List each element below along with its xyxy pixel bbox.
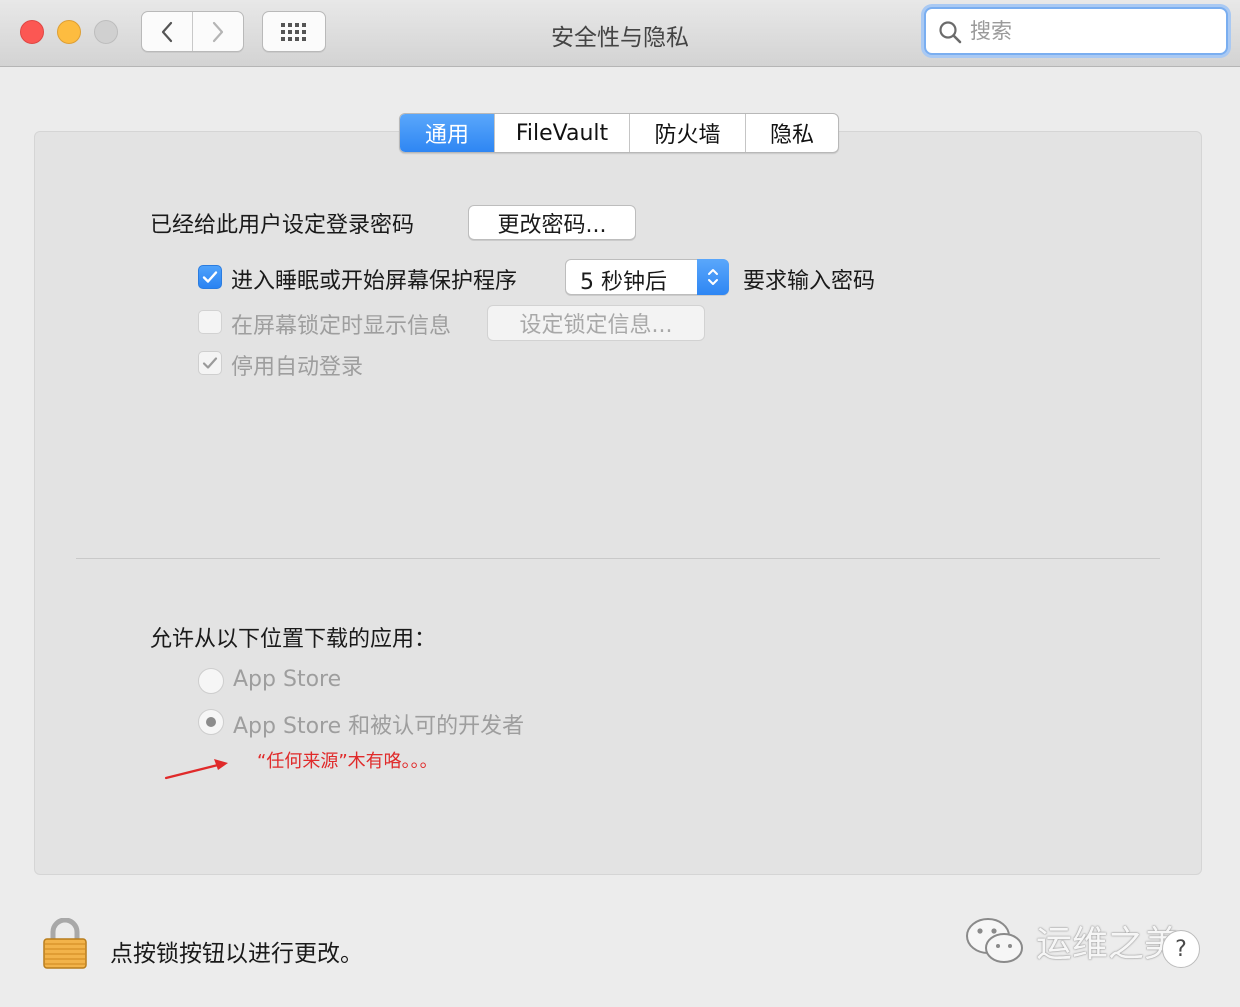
watermark-text: 运维之美 <box>1036 924 1181 965</box>
lock-status-label: 点按锁按钮以进行更改。 <box>110 941 363 967</box>
lock-icon[interactable] <box>42 918 88 970</box>
password-delay-value: 5 秒钟后 <box>580 270 667 295</box>
radio-app-store[interactable] <box>198 668 224 694</box>
change-password-button[interactable]: 更改密码... <box>468 205 636 240</box>
password-status-label: 已经给此用户设定登录密码 <box>150 213 415 238</box>
search-field[interactable] <box>924 7 1228 55</box>
checkmark-icon <box>202 271 218 283</box>
disable-autologin-checkbox[interactable] <box>198 351 222 375</box>
radio-app-store-identified-label: App Store 和被认可的开发者 <box>233 714 525 739</box>
tab-firewall[interactable]: 防火墙 <box>629 114 745 152</box>
disable-autologin-label: 停用自动登录 <box>231 355 364 380</box>
radio-app-store-label: App Store <box>233 667 342 692</box>
tab-privacy[interactable]: 隐私 <box>745 114 838 152</box>
checkmark-icon <box>202 357 218 369</box>
search-input[interactable] <box>970 17 1210 45</box>
show-message-checkbox[interactable] <box>198 310 222 334</box>
annotation-note: “任何来源”木有咯。。。 <box>257 751 438 772</box>
set-lock-message-button[interactable]: 设定锁定信息... <box>487 305 705 341</box>
radio-selected-dot <box>206 717 216 727</box>
downloads-heading: 允许从以下位置下载的应用： <box>150 627 437 652</box>
require-password-label: 进入睡眠或开始屏幕保护程序 <box>231 269 518 294</box>
annotation-arrow-icon <box>164 759 228 780</box>
search-icon <box>939 21 962 44</box>
require-password-suffix: 要求输入密码 <box>743 269 876 294</box>
title-bar: 安全性与隐私 <box>0 0 1240 67</box>
tab-general[interactable]: 通用 <box>400 114 494 152</box>
radio-app-store-identified[interactable] <box>198 709 224 735</box>
require-password-checkbox[interactable] <box>198 265 222 289</box>
section-divider <box>76 558 1160 559</box>
select-arrows-icon <box>697 259 729 295</box>
watermark: 运维之美 <box>964 915 1180 967</box>
show-message-label: 在屏幕锁定时显示信息 <box>231 314 452 339</box>
tab-bar: 通用 FileVault 防火墙 隐私 <box>399 113 839 153</box>
wechat-icon <box>966 918 1023 963</box>
password-delay-select[interactable]: 5 秒钟后 <box>565 259 729 295</box>
help-button[interactable]: ? <box>1162 930 1200 968</box>
tab-filevault[interactable]: FileVault <box>494 114 629 152</box>
